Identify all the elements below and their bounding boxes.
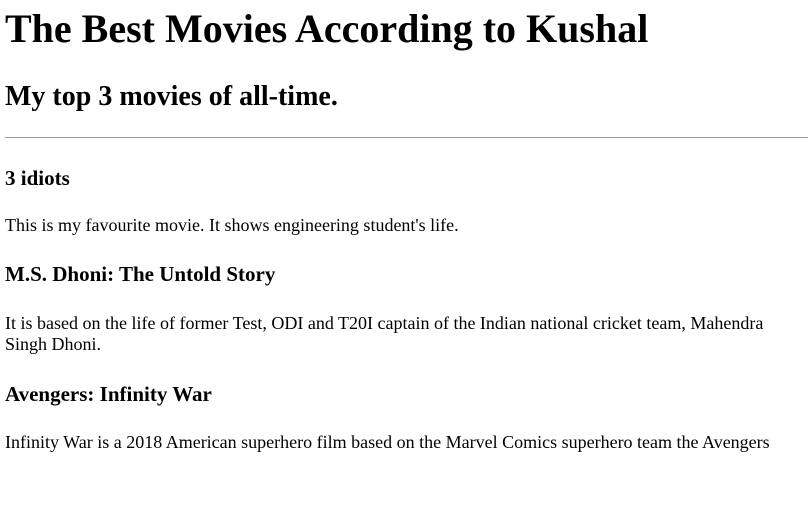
page-subtitle: My top 3 movies of all-time. — [5, 81, 338, 112]
page-title: The Best Movies According to Kushal — [5, 6, 649, 51]
divider — [5, 137, 808, 138]
movie-title-avengers: Avengers: Infinity War — [5, 382, 212, 406]
movie-description-3-idiots: This is my favourite movie. It shows eng… — [5, 215, 459, 235]
movie-title-ms-dhoni: M.S. Dhoni: The Untold Story — [5, 262, 276, 286]
movie-description-ms-dhoni: It is based on the life of former Test, … — [5, 313, 764, 354]
movie-title-3-idiots: 3 idiots — [5, 166, 70, 190]
movie-description-avengers: Infinity War is a 2018 American superher… — [5, 432, 770, 452]
page: The Best Movies According to Kushal My t… — [0, 0, 808, 515]
